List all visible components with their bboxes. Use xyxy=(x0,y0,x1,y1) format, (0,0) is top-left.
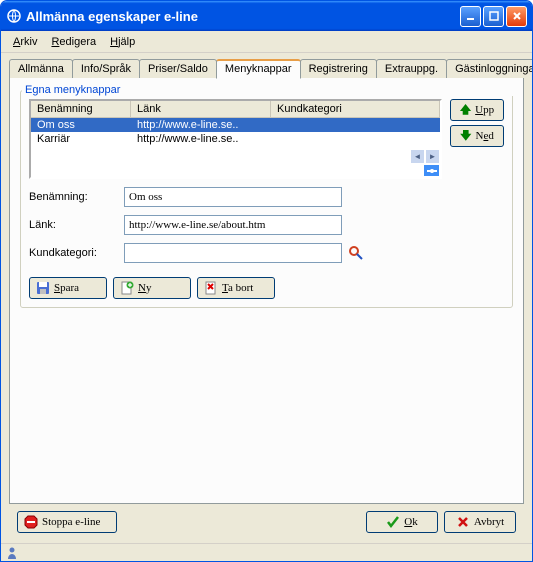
stop-eline-button[interactable]: Stoppa e-line xyxy=(17,511,117,533)
col-header-category[interactable]: Kundkategori xyxy=(271,101,440,117)
save-icon xyxy=(36,281,50,295)
ok-button[interactable]: Ok xyxy=(366,511,438,533)
tab-registration[interactable]: Registrering xyxy=(300,59,377,78)
tab-prices[interactable]: Priser/Saldo xyxy=(139,59,217,78)
list-corner-icon[interactable] xyxy=(423,164,440,177)
cell-link: http://www.e-line.se.. xyxy=(131,132,271,146)
tab-menubuttons[interactable]: Menyknappar xyxy=(216,59,301,79)
window-title: Allmänna egenskaper e-line xyxy=(26,9,460,24)
col-header-link[interactable]: Länk xyxy=(131,101,271,117)
window-controls xyxy=(460,6,527,27)
move-up-button[interactable]: 🡅 Upp xyxy=(450,99,504,121)
cell-category xyxy=(271,132,440,146)
cancel-button[interactable]: Avbryt xyxy=(444,511,516,533)
row-category: Kundkategori: xyxy=(29,243,504,263)
minimize-button[interactable] xyxy=(460,6,481,27)
fieldset-legend: Egna menyknappar xyxy=(22,84,513,96)
label-category: Kundkategori: xyxy=(29,247,124,259)
tab-panel: Egna menyknappar Benämning Länk Kundkate… xyxy=(9,77,524,504)
check-icon xyxy=(386,515,400,529)
window: Allmänna egenskaper e-line Arkiv Rediger… xyxy=(0,0,533,562)
tab-info[interactable]: Info/Språk xyxy=(72,59,140,78)
close-button[interactable] xyxy=(506,6,527,27)
statusbar xyxy=(1,543,532,561)
app-icon xyxy=(6,8,22,24)
list-row[interactable]: Om oss http://www.e-line.se.. xyxy=(31,118,440,132)
tab-extra[interactable]: Extrauppg. xyxy=(376,59,447,78)
input-category[interactable] xyxy=(124,243,342,263)
menu-file[interactable]: Arkiv xyxy=(7,34,43,50)
cell-name: Karriär xyxy=(31,132,131,146)
menu-list[interactable]: Benämning Länk Kundkategori Om oss http:… xyxy=(29,99,442,179)
save-button[interactable]: Spara xyxy=(29,277,107,299)
fieldset: Benämning Länk Kundkategori Om oss http:… xyxy=(20,90,513,308)
list-rows: Om oss http://www.e-line.se.. Karriär ht… xyxy=(31,118,440,146)
maximize-button[interactable] xyxy=(483,6,504,27)
cell-category xyxy=(271,118,440,132)
scroll-right-icon[interactable]: ► xyxy=(425,149,440,164)
row-link: Länk: xyxy=(29,215,504,235)
arrow-up-icon: 🡅 xyxy=(460,101,471,120)
cancel-label: Avbryt xyxy=(474,516,504,528)
status-icon xyxy=(5,546,19,560)
new-icon xyxy=(120,281,134,295)
cell-link: http://www.e-line.se.. xyxy=(131,118,271,132)
tab-guest[interactable]: Gästinloggningar xyxy=(446,59,533,78)
list-row[interactable]: Karriär http://www.e-line.se.. xyxy=(31,132,440,146)
list-header: Benämning Länk Kundkategori xyxy=(31,101,440,118)
search-category-icon[interactable] xyxy=(348,245,364,261)
new-button[interactable]: Ny xyxy=(113,277,191,299)
cancel-icon xyxy=(456,515,470,529)
input-name[interactable] xyxy=(124,187,342,207)
tab-general[interactable]: Allmänna xyxy=(9,59,73,78)
delete-icon xyxy=(204,281,218,295)
arrow-down-icon: 🡇 xyxy=(460,127,471,146)
input-link[interactable] xyxy=(124,215,342,235)
menu-help[interactable]: Hjälp xyxy=(104,34,141,50)
stop-icon xyxy=(24,515,38,529)
list-h-arrows: ◄ ► xyxy=(410,149,440,164)
stop-label: Stoppa e-line xyxy=(42,516,100,528)
action-buttons: Spara Ny Ta bort xyxy=(29,277,504,299)
row-name: Benämning: xyxy=(29,187,504,207)
reorder-buttons: 🡅 Upp 🡇 Ned xyxy=(450,99,504,179)
list-area: Benämning Länk Kundkategori Om oss http:… xyxy=(29,99,504,179)
move-down-button[interactable]: 🡇 Ned xyxy=(450,125,504,147)
titlebar[interactable]: Allmänna egenskaper e-line xyxy=(1,1,532,31)
tab-strip: Allmänna Info/Språk Priser/Saldo Menykna… xyxy=(9,59,524,78)
cell-name: Om oss xyxy=(31,118,131,132)
label-name: Benämning: xyxy=(29,191,124,203)
scroll-left-icon[interactable]: ◄ xyxy=(410,149,425,164)
menu-edit[interactable]: Redigera xyxy=(45,34,102,50)
menubar: Arkiv Redigera Hjälp xyxy=(1,31,532,53)
content-area: Allmänna Info/Språk Priser/Saldo Menykna… xyxy=(1,53,532,543)
delete-button[interactable]: Ta bort xyxy=(197,277,275,299)
col-header-name[interactable]: Benämning xyxy=(31,101,131,117)
dialog-footer: Stoppa e-line Ok Avbryt xyxy=(9,505,524,539)
label-link: Länk: xyxy=(29,219,124,231)
